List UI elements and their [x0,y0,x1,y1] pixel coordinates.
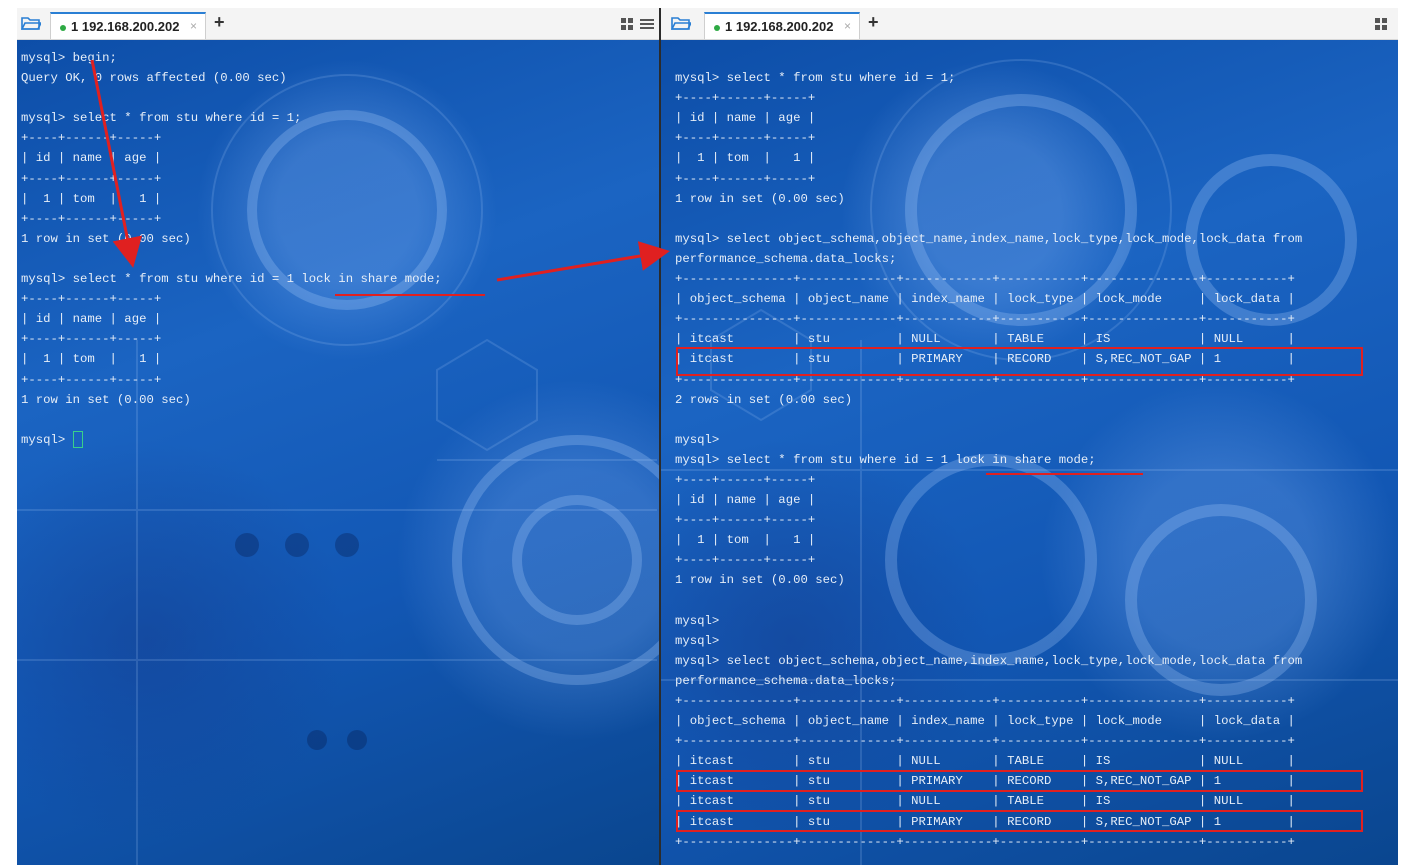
terminal-line: | id | name | age | [675,493,816,508]
terminal-line: mysql> select object_schema,object_name,… [675,653,1303,668]
terminal-line: | object_schema | object_name | index_na… [675,714,1295,729]
terminal-line: 1 row in set (0.00 sec) [21,231,191,246]
terminal-line: +----+------+-----+ [675,91,816,106]
terminal-line: performance_schema.data_locks; [675,251,897,266]
terminal-line: mysql> [675,633,720,648]
terminal-pane-right: 1 192.168.200.202 × + mysql> select * fr… [661,8,1398,865]
session-tab-label: 1 192.168.200.202 [71,19,180,34]
terminal-output[interactable]: mysql> begin; Query OK, 0 rows affected … [17,40,659,865]
terminal-line: | 1 | tom | 1 | [675,533,816,548]
terminal-line: +----+------+-----+ [21,131,162,146]
highlight-box-record-lock-3 [676,810,1363,832]
terminal-line: | 1 | tom | 1 | [21,352,162,367]
terminal-line: +---------------+-------------+---------… [675,312,1295,327]
terminal-line: +---------------+-------------+---------… [675,734,1295,749]
terminal-line: +----+------+-----+ [675,171,816,186]
terminal-line: +----+------+-----+ [21,211,162,226]
terminal-line: mysql> select * from stu where id = 1; [675,71,956,86]
terminal-line: | itcast | stu | NULL | TABLE | IS | NUL… [675,794,1295,809]
terminal-line: 2 rows in set (0.00 sec) [675,392,853,407]
terminal-line: | itcast | stu | NULL | TABLE | IS | NUL… [675,332,1295,347]
terminal-line: 1 row in set (0.00 sec) [675,573,845,588]
connected-status-icon [714,25,720,31]
terminal-line: 1 row in set (0.00 sec) [675,191,845,206]
terminal-line: mysql> [21,432,73,447]
session-tab[interactable]: 1 192.168.200.202 × [704,12,860,39]
close-tab-icon[interactable]: × [844,19,851,33]
terminal-line: +----+------+-----+ [675,513,816,528]
terminal-line: 1 row in set (0.00 sec) [21,392,191,407]
terminal-line: mysql> select * from stu where id = 1; [21,111,302,126]
highlight-underline [986,473,1143,475]
layout-grid-icon[interactable] [621,17,635,31]
terminal-line: +----+------+-----+ [675,472,816,487]
terminal-cursor [72,431,83,449]
highlight-underline [335,294,485,296]
terminal-pane-left: 1 192.168.200.202 × + mysql> begin; Quer… [17,8,659,865]
session-tab[interactable]: 1 192.168.200.202 × [50,12,206,39]
menu-icon[interactable] [640,17,654,31]
terminal-line: performance_schema.data_locks; [675,673,897,688]
terminal-line: mysql> select * from stu where id = 1 lo… [21,272,442,287]
terminal-text: mysql> begin; Query OK, 0 rows affected … [21,48,442,450]
tab-bar: 1 192.168.200.202 × + [661,8,1398,40]
terminal-line: mysql> [675,432,720,447]
terminal-line: | object_schema | object_name | index_na… [675,292,1295,307]
terminal-line: | 1 | tom | 1 | [21,191,162,206]
highlight-box-record-lock-2 [676,770,1363,792]
terminal-line: mysql> [675,613,720,628]
terminal-line: Query OK, 0 rows affected (0.00 sec) [21,71,287,86]
session-tab-label: 1 192.168.200.202 [725,19,834,34]
highlight-box-record-lock-1 [676,347,1363,376]
terminal-line: +---------------+-------------+---------… [675,834,1295,849]
terminal-line: mysql> begin; [21,51,117,65]
terminal-line: +----+------+-----+ [675,131,816,146]
terminal-line: mysql> select * from stu where id = 1 lo… [675,452,1096,467]
close-tab-icon[interactable]: × [190,19,197,33]
terminal-line: +----+------+-----+ [21,372,162,387]
terminal-line: +----+------+-----+ [675,553,816,568]
terminal-line: | id | name | age | [21,151,162,166]
connected-status-icon [60,25,66,31]
folder-icon[interactable] [671,15,691,31]
terminal-output[interactable]: mysql> select * from stu where id = 1; +… [661,40,1398,865]
terminal-line: +----+------+-----+ [21,171,162,186]
folder-icon[interactable] [21,15,41,31]
terminal-line: | itcast | stu | NULL | TABLE | IS | NUL… [675,754,1295,769]
terminal-line: | id | name | age | [21,312,162,327]
terminal-line: +----+------+-----+ [21,332,162,347]
tab-bar: 1 192.168.200.202 × + [17,8,659,40]
terminal-line: | id | name | age | [675,111,816,126]
terminal-line: mysql> select object_schema,object_name,… [675,231,1303,246]
terminal-line: +---------------+-------------+---------… [675,694,1295,708]
terminal-text: mysql> select * from stu where id = 1; +… [675,48,1302,852]
terminal-line: +----+------+-----+ [21,292,162,307]
terminal-line: +---------------+-------------+---------… [675,272,1295,287]
terminal-line: | 1 | tom | 1 | [675,151,816,166]
layout-grid-icon[interactable] [1375,17,1389,31]
new-tab-button[interactable]: + [868,12,879,33]
new-tab-button[interactable]: + [214,12,225,33]
